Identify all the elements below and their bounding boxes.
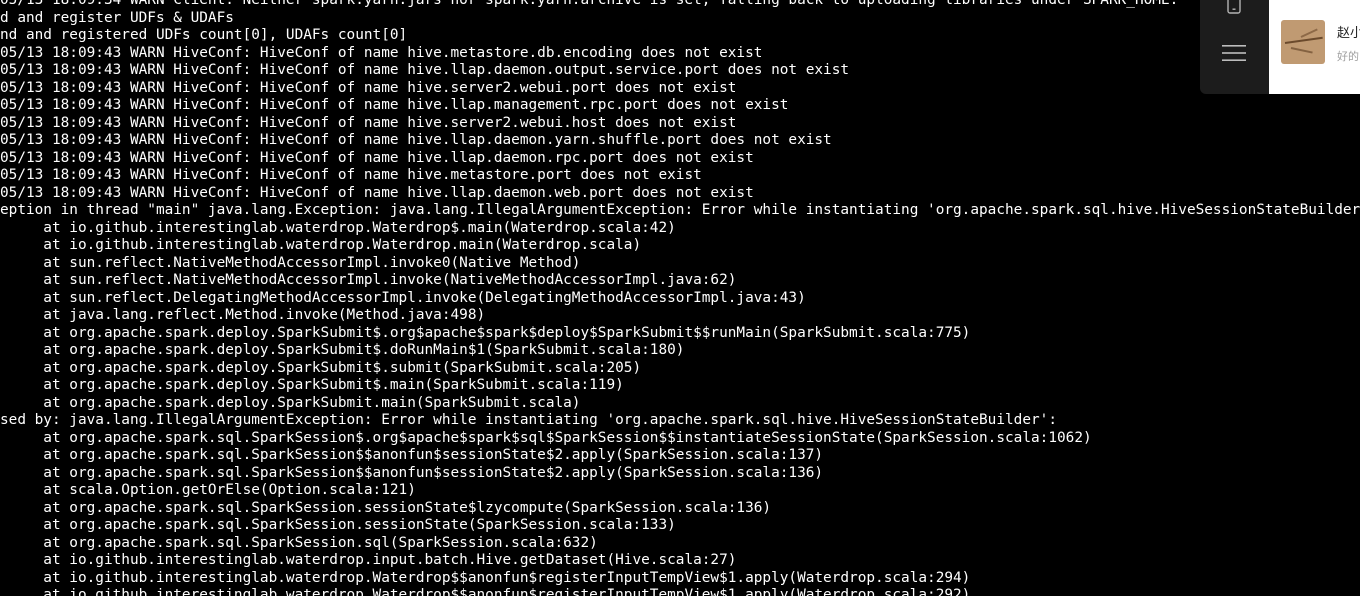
terminal-line: find and register UDFs & UDAFs — [0, 9, 234, 26]
terminal-line: at sun.reflect.DelegatingMethodAccessorI… — [0, 289, 806, 306]
terminal-line: 19/05/13 18:09:43 WARN HiveConf: HiveCon… — [0, 167, 702, 183]
terminal-line: 19/05/13 18:09:34 WARN Client: Neither s… — [0, 0, 1179, 8]
terminal-line: at org.apache.spark.deploy.SparkSubmit$.… — [0, 324, 971, 341]
menu-button[interactable] — [1213, 40, 1255, 70]
terminal-line: at io.github.interestinglab.waterdrop.Wa… — [0, 587, 971, 596]
terminal-line: 19/05/13 18:09:43 WARN HiveConf: HiveCon… — [0, 62, 850, 78]
terminal-line: at org.apache.spark.sql.SparkSession$$an… — [0, 464, 824, 481]
terminal-line: at io.github.interestinglab.waterdrop.Wa… — [0, 237, 642, 253]
message-preview: 好的 — [1337, 51, 1359, 63]
terminal-line: 19/05/13 18:09:43 WARN HiveConf: HiveCon… — [0, 44, 763, 61]
terminal-output[interactable]: 19/05/13 18:09:34 WARN Client: Neither s… — [0, 0, 1360, 596]
contact-name: 赵小 — [1337, 25, 1360, 40]
phone-button[interactable] — [1213, 0, 1255, 21]
floating-toolbar — [1200, 0, 1269, 94]
terminal-line: at java.lang.reflect.Method.invoke(Metho… — [0, 307, 486, 323]
terminal-line: at sun.reflect.NativeMethodAccessorImpl.… — [0, 272, 737, 288]
terminal-line: at org.apache.spark.deploy.SparkSubmit$.… — [0, 359, 642, 376]
terminal-line: at org.apache.spark.sql.SparkSession$.or… — [0, 429, 1092, 446]
terminal-line: at io.github.interestinglab.waterdrop.in… — [0, 552, 737, 568]
terminal-line: 19/05/13 18:09:43 WARN HiveConf: HiveCon… — [0, 79, 737, 96]
notification-card[interactable]: 赵小 好的 — [1269, 0, 1360, 94]
terminal-line: at org.apache.spark.sql.SparkSession.sql… — [0, 534, 598, 551]
terminal-line: at org.apache.spark.deploy.SparkSubmit$.… — [0, 377, 624, 393]
terminal-line: 19/05/13 18:09:43 WARN HiveConf: HiveCon… — [0, 97, 789, 113]
terminal-line: 19/05/13 18:09:43 WARN HiveConf: HiveCon… — [0, 149, 754, 166]
terminal-line: at io.github.interestinglab.waterdrop.Wa… — [0, 569, 971, 586]
terminal-line: at sun.reflect.NativeMethodAccessorImpl.… — [0, 254, 581, 271]
contact-avatar — [1281, 20, 1325, 64]
phone-icon — [1226, 0, 1242, 19]
terminal-line: at org.apache.spark.sql.SparkSession$$an… — [0, 447, 824, 463]
terminal-line: at io.github.interestinglab.waterdrop.Wa… — [0, 219, 676, 236]
terminal-line: found and registered UDFs count[0], UDAF… — [0, 27, 408, 43]
terminal-line: 19/05/13 18:09:43 WARN HiveConf: HiveCon… — [0, 132, 832, 148]
terminal-line: 19/05/13 18:09:43 WARN HiveConf: HiveCon… — [0, 184, 754, 201]
menu-icon — [1222, 44, 1246, 67]
terminal-line: at org.apache.spark.deploy.SparkSubmit.m… — [0, 394, 581, 411]
terminal-line: at org.apache.spark.sql.SparkSession.ses… — [0, 517, 676, 533]
terminal-line: at scala.Option.getOrElse(Option.scala:1… — [0, 482, 416, 498]
terminal-line: 19/05/13 18:09:43 WARN HiveConf: HiveCon… — [0, 114, 737, 131]
terminal-line: Caused by: java.lang.IllegalArgumentExce… — [0, 412, 1057, 428]
terminal-line: at org.apache.spark.deploy.SparkSubmit$.… — [0, 342, 685, 358]
terminal-line: Exception in thread "main" java.lang.Exc… — [0, 202, 1360, 218]
terminal-line: at org.apache.spark.sql.SparkSession.ses… — [0, 499, 772, 516]
